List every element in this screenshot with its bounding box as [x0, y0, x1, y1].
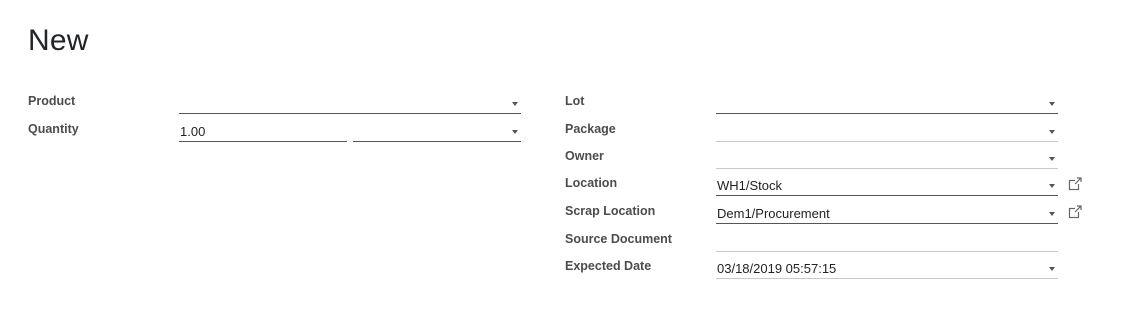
chevron-down-icon: [512, 130, 518, 134]
chevron-down-icon: [1049, 212, 1055, 216]
scrap-location-label: Scrap Location: [565, 204, 656, 218]
external-link-icon[interactable]: [1068, 205, 1082, 219]
chevron-down-icon: [1049, 130, 1055, 134]
chevron-down-icon: [1049, 102, 1055, 106]
quantity-label: Quantity: [28, 122, 79, 136]
package-select[interactable]: [716, 122, 1058, 142]
product-select[interactable]: [179, 94, 521, 114]
chevron-down-icon: [1049, 267, 1055, 271]
expected-date-label: Expected Date: [565, 259, 652, 273]
product-label: Product: [28, 94, 76, 108]
quantity-value: 1.00: [180, 124, 206, 139]
lot-label: Lot: [565, 94, 585, 108]
location-select[interactable]: WH1/Stock: [716, 176, 1058, 196]
owner-select[interactable]: [716, 149, 1058, 169]
chevron-down-icon: [512, 102, 518, 106]
lot-select[interactable]: [716, 94, 1058, 114]
source-document-input[interactable]: [716, 232, 1058, 252]
source-document-label: Source Document: [565, 232, 672, 246]
unit-of-measure-select[interactable]: [353, 122, 521, 142]
page-title: New: [28, 24, 89, 57]
location-label: Location: [565, 176, 618, 190]
package-label: Package: [565, 122, 616, 136]
expected-date-value: 03/18/2019 05:57:15: [717, 261, 837, 276]
scrap-location-select[interactable]: Dem1/Procurement: [716, 204, 1058, 224]
external-link-icon[interactable]: [1068, 177, 1082, 191]
chevron-down-icon: [1049, 184, 1055, 188]
expected-date-input[interactable]: 03/18/2019 05:57:15: [716, 259, 1058, 279]
location-value: WH1/Stock: [717, 178, 783, 193]
scrap-location-value: Dem1/Procurement: [717, 206, 830, 221]
owner-label: Owner: [565, 149, 604, 163]
quantity-input[interactable]: 1.00: [179, 122, 347, 142]
chevron-down-icon: [1049, 157, 1055, 161]
